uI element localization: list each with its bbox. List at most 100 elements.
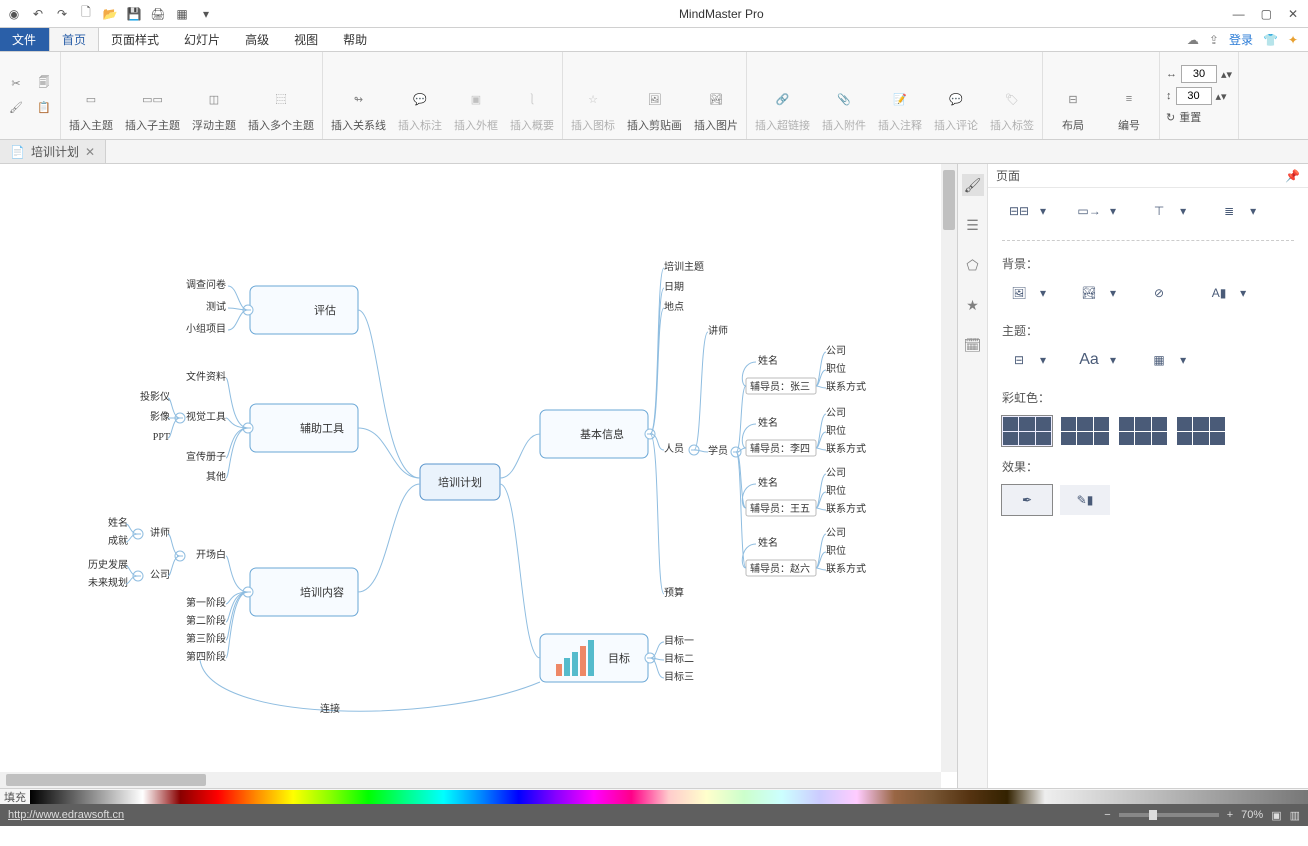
- theme-style[interactable]: ⊟▾: [1002, 349, 1046, 371]
- insert-image-button[interactable]: 🏞插入图片: [692, 55, 740, 135]
- window-title: MindMaster Pro: [220, 7, 1223, 21]
- bg-remove[interactable]: ⊘: [1142, 282, 1176, 304]
- insert-tag-button: 🏷插入标签: [988, 55, 1036, 135]
- sidetab-icons-icon[interactable]: ★: [962, 294, 984, 316]
- rainbow-swatches: [1002, 416, 1294, 446]
- tab-slides[interactable]: 幻灯片: [172, 28, 233, 51]
- tab-view[interactable]: 视图: [282, 28, 331, 51]
- swatch-4[interactable]: [1176, 416, 1226, 446]
- theme-color[interactable]: ▦▾: [1142, 349, 1186, 371]
- spinner-icon[interactable]: ▴▾: [1216, 90, 1227, 103]
- sidetab-clipart-icon[interactable]: 🗓: [962, 334, 984, 356]
- svg-text:培训计划: 培训计划: [438, 475, 482, 489]
- export-icon[interactable]: ▦: [174, 6, 190, 22]
- vspacing-input[interactable]: [1176, 87, 1212, 105]
- insert-boundary-button: ▣插入外框: [452, 55, 500, 135]
- svg-text:辅导员：赵六: 辅导员：赵六: [750, 562, 810, 575]
- insert-subtopic-button[interactable]: ▭▭插入子主题: [123, 55, 182, 135]
- maximize-button[interactable]: ▢: [1261, 7, 1272, 21]
- floating-topic-button[interactable]: ◫浮动主题: [190, 55, 238, 135]
- insert-topic-button[interactable]: ▭插入主题: [67, 55, 115, 135]
- close-button[interactable]: ✕: [1288, 7, 1298, 21]
- share-icon[interactable]: ⇪: [1209, 33, 1219, 47]
- svg-text:公司: 公司: [826, 528, 846, 539]
- layout-button[interactable]: ⊟布局: [1049, 55, 1097, 135]
- svg-text:姓名: 姓名: [758, 354, 778, 367]
- insert-multi-topic-button[interactable]: ⿳插入多个主题: [246, 55, 316, 135]
- sidetab-shapes-icon[interactable]: ⬠: [962, 254, 984, 276]
- svg-text:讲师: 讲师: [708, 324, 728, 337]
- svg-text:公司: 公司: [826, 468, 846, 479]
- swatch-2[interactable]: [1060, 416, 1110, 446]
- tab-help[interactable]: 帮助: [331, 28, 380, 51]
- svg-text:连接: 连接: [320, 702, 340, 715]
- format-painter-icon[interactable]: 🖌: [6, 97, 26, 117]
- layout-group: ⊟布局 ≡编号: [1043, 52, 1160, 139]
- color-spectrum[interactable]: [30, 790, 1308, 804]
- insert-clipart-button[interactable]: 🖼插入剪贴画: [625, 55, 684, 135]
- layout-right[interactable]: ▭→▾: [1072, 200, 1116, 222]
- layout-list[interactable]: ≣▾: [1212, 200, 1256, 222]
- panel-title: 页面: [996, 167, 1020, 184]
- close-tab-icon[interactable]: ✕: [85, 145, 95, 159]
- doc-tab[interactable]: 📄 培训计划 ✕: [0, 140, 106, 163]
- swatch-1[interactable]: [1002, 416, 1052, 446]
- undo-icon[interactable]: ↶: [30, 6, 46, 22]
- sidetab-format-icon[interactable]: 🖌: [962, 174, 984, 196]
- tab-page-style[interactable]: 页面样式: [99, 28, 172, 51]
- insert-relation-button[interactable]: ↬插入关系线: [329, 55, 388, 135]
- number-button[interactable]: ≡编号: [1105, 55, 1153, 135]
- pin-icon[interactable]: 📌: [1285, 169, 1300, 183]
- effect-pen[interactable]: ✒: [1002, 485, 1052, 515]
- effect-section-label: 效果：: [1002, 458, 1294, 475]
- spinner-icon[interactable]: ▴▾: [1221, 68, 1232, 81]
- swatch-3[interactable]: [1118, 416, 1168, 446]
- svg-text:姓名: 姓名: [758, 416, 778, 429]
- open-icon[interactable]: 📂: [102, 6, 118, 22]
- fit-width-icon[interactable]: ▥: [1290, 809, 1300, 822]
- svg-text:学员: 学员: [708, 444, 728, 457]
- target-icon[interactable]: ◉: [6, 6, 22, 22]
- paste-icon[interactable]: 📋: [34, 97, 54, 117]
- new-icon[interactable]: 🗋: [78, 6, 94, 22]
- palette-icon[interactable]: ✦: [1288, 33, 1298, 47]
- minimize-button[interactable]: —: [1233, 7, 1245, 21]
- zoom-slider[interactable]: [1119, 813, 1219, 817]
- hspacing-input[interactable]: [1181, 65, 1217, 83]
- svg-text:其他: 其他: [206, 470, 226, 483]
- bg-color[interactable]: A▮▾: [1202, 282, 1246, 304]
- bg-image[interactable]: 🖼▾: [1002, 282, 1046, 304]
- fit-page-icon[interactable]: ▣: [1271, 809, 1281, 822]
- reset-button[interactable]: ↻重置: [1166, 109, 1232, 125]
- qat-more-icon[interactable]: ▾: [198, 6, 214, 22]
- layout-tree[interactable]: ⊤▾: [1142, 200, 1186, 222]
- cut-icon[interactable]: ✂: [6, 73, 26, 93]
- svg-text:职位: 职位: [826, 484, 846, 497]
- redo-icon[interactable]: ↷: [54, 6, 70, 22]
- effect-sketch[interactable]: ✎▮: [1060, 485, 1110, 515]
- tab-advanced[interactable]: 高级: [233, 28, 282, 51]
- login-link[interactable]: 登录: [1229, 31, 1253, 48]
- svg-text:地点: 地点: [664, 300, 684, 313]
- svg-text:目标: 目标: [608, 651, 630, 665]
- theme-font[interactable]: Aa▾: [1072, 349, 1116, 371]
- zoom-out-button[interactable]: −: [1104, 809, 1110, 821]
- sidetab-outline-icon[interactable]: ☰: [962, 214, 984, 236]
- vertical-scrollbar[interactable]: [941, 164, 957, 772]
- workspace: 培训计划 评估 调查问卷 测试 小组项目 辅助工具 文件资料 视觉工具 投影仪 …: [0, 164, 1308, 788]
- cloud-icon[interactable]: ☁: [1187, 33, 1199, 47]
- layout-bidirectional[interactable]: ⊟⊟▾: [1002, 200, 1046, 222]
- svg-text:第四阶段: 第四阶段: [186, 650, 226, 663]
- canvas[interactable]: 培训计划 评估 调查问卷 测试 小组项目 辅助工具 文件资料 视觉工具 投影仪 …: [0, 164, 958, 788]
- horizontal-scrollbar[interactable]: [0, 772, 941, 788]
- bg-pattern[interactable]: 🏞▾: [1072, 282, 1116, 304]
- save-icon[interactable]: 💾: [126, 6, 142, 22]
- svg-text:文件资料: 文件资料: [186, 370, 226, 383]
- tab-home[interactable]: 首页: [49, 28, 99, 51]
- copy-icon[interactable]: 🗐: [34, 73, 54, 93]
- tab-file[interactable]: 文件: [0, 28, 49, 51]
- tshirt-icon[interactable]: 👕: [1263, 33, 1278, 47]
- print-icon[interactable]: 🖨: [150, 6, 166, 22]
- zoom-in-button[interactable]: +: [1227, 809, 1233, 821]
- website-link[interactable]: http://www.edrawsoft.cn: [8, 809, 124, 821]
